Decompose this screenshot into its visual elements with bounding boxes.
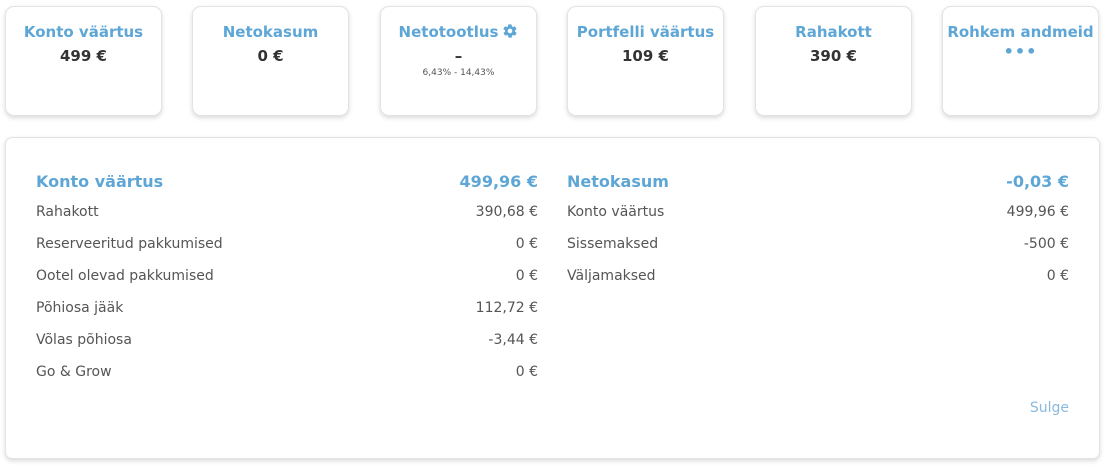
- breakdown-row: Go & Grow 0 €: [36, 364, 538, 396]
- card-net-return[interactable]: Netotootlus – 6,43% - 14,43%: [380, 6, 537, 116]
- breakdown-total: 499,96 €: [459, 172, 538, 191]
- card-portfolio-value[interactable]: Portfelli väärtus 109 €: [567, 6, 724, 116]
- row-label: Sissemaksed: [567, 236, 659, 252]
- card-value: 390 €: [810, 47, 857, 65]
- breakdown-row: Konto väärtus 499,96 €: [567, 204, 1069, 236]
- breakdown-title: Netokasum: [567, 172, 669, 191]
- card-title: Konto väärtus: [23, 23, 144, 41]
- row-label: Reserveeritud pakkumised: [36, 236, 223, 252]
- row-value: 499,96 €: [1006, 204, 1069, 220]
- breakdown-title: Konto väärtus: [36, 172, 164, 191]
- account-value-breakdown: Konto väärtus 499,96 € Rahakott 390,68 €…: [36, 172, 538, 396]
- breakdown-row: Võlas põhiosa -3,44 €: [36, 332, 538, 364]
- row-label: Väljamaksed: [567, 268, 656, 284]
- row-label: Konto väärtus: [567, 204, 665, 220]
- card-value: 0 €: [257, 47, 284, 65]
- gear-icon[interactable]: [502, 23, 518, 39]
- card-net-profit[interactable]: Netokasum 0 €: [192, 6, 349, 116]
- breakdown-row: Reserveeritud pakkumised 0 €: [36, 236, 538, 268]
- row-label: Põhiosa jääk: [36, 300, 124, 316]
- card-wallet[interactable]: Rahakott 390 €: [755, 6, 912, 116]
- breakdown-row: Rahakott 390,68 €: [36, 204, 538, 236]
- row-label: Rahakott: [36, 204, 99, 220]
- net-profit-breakdown: Netokasum -0,03 € Konto väärtus 499,96 €…: [567, 172, 1069, 300]
- row-value: 0 €: [515, 268, 538, 284]
- card-title: Rohkem andmeid: [947, 23, 1094, 41]
- row-value: 112,72 €: [475, 300, 538, 316]
- row-value: 0 €: [515, 236, 538, 252]
- card-value: 499 €: [60, 47, 107, 65]
- row-value: 390,68 €: [475, 204, 538, 220]
- card-title-row: Netotootlus: [381, 23, 536, 41]
- breakdown-row: Sissemaksed -500 €: [567, 236, 1069, 268]
- card-title: Netotootlus: [398, 23, 499, 41]
- row-value: 0 €: [515, 364, 538, 380]
- card-title: Rahakott: [795, 23, 872, 41]
- details-panel: Konto väärtus 499,96 € Rahakott 390,68 €…: [5, 137, 1100, 459]
- row-label: Ootel olevad pakkumised: [36, 268, 214, 284]
- card-return-range: 6,43% - 14,43%: [422, 68, 495, 78]
- close-link[interactable]: Sulge: [1030, 400, 1069, 416]
- breakdown-row: Ootel olevad pakkumised 0 €: [36, 268, 538, 300]
- breakdown-header: Netokasum -0,03 €: [567, 172, 1069, 204]
- breakdown-row: Väljamaksed 0 €: [567, 268, 1069, 300]
- card-title: Portfelli väärtus: [576, 23, 715, 41]
- row-value: -3,44 €: [488, 332, 538, 348]
- row-label: Go & Grow: [36, 364, 112, 380]
- card-account-value[interactable]: Konto väärtus 499 €: [5, 6, 162, 116]
- card-value: 109 €: [622, 47, 669, 65]
- account-summary-page: Konto väärtus 499 € Netokasum 0 € Netoto…: [0, 0, 1110, 469]
- breakdown-header: Konto väärtus 499,96 €: [36, 172, 538, 204]
- card-title: Netokasum: [222, 23, 319, 41]
- card-more-data[interactable]: Rohkem andmeid •••: [942, 6, 1099, 116]
- breakdown-row: Põhiosa jääk 112,72 €: [36, 300, 538, 332]
- row-label: Võlas põhiosa: [36, 332, 132, 348]
- row-value: 0 €: [1046, 268, 1069, 284]
- breakdown-total: -0,03 €: [1006, 172, 1069, 191]
- card-value: –: [454, 47, 463, 65]
- more-dots-icon: •••: [1003, 42, 1038, 61]
- row-value: -500 €: [1023, 236, 1069, 252]
